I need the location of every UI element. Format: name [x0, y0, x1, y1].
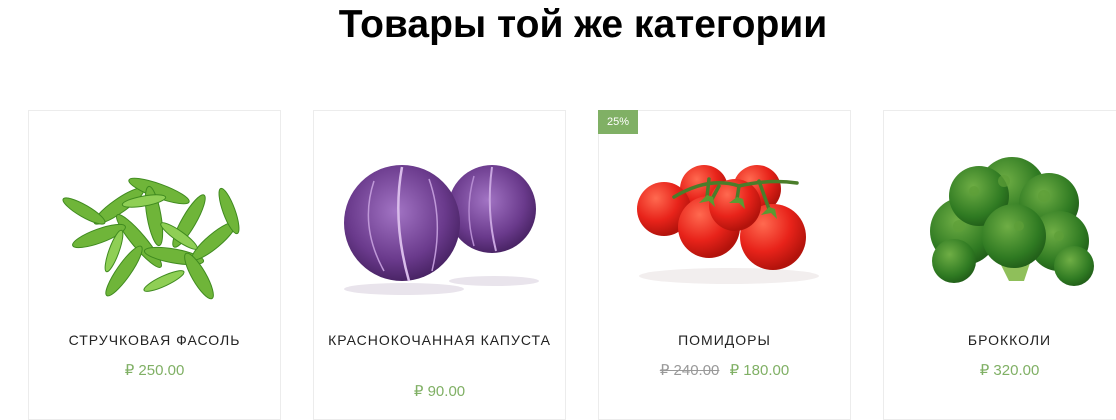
product-card-green-beans[interactable]: Стручковая фасоль ₽ 250.00: [28, 110, 281, 420]
red-cabbage-image[interactable]: [314, 131, 567, 311]
product-name[interactable]: Помидоры: [609, 330, 840, 351]
product-card-tomatoes[interactable]: 25% Помидоры ₽ 240.00: [598, 110, 851, 420]
product-price: ₽ 90.00: [413, 383, 466, 400]
section-title: Товары той же категории: [338, 3, 828, 46]
sale-price: ₽ 180.00: [729, 362, 790, 379]
old-price: ₽ 240.00: [659, 362, 720, 379]
product-card-red-cabbage[interactable]: Краснокочанная капуста ₽ 90.00: [313, 110, 566, 420]
product-name[interactable]: Стручковая фасоль: [39, 330, 270, 351]
product-card-broccoli[interactable]: Брокколи ₽ 320.00: [883, 110, 1116, 420]
product-price: ₽ 240.00 ₽ 180.00: [599, 361, 850, 379]
product-price: ₽ 320.00: [979, 362, 1040, 379]
tomatoes-image[interactable]: [599, 131, 852, 311]
green-beans-image[interactable]: [29, 131, 282, 311]
product-name[interactable]: Краснокочанная капуста: [324, 330, 555, 351]
broccoli-image[interactable]: [884, 131, 1116, 311]
product-price: ₽ 250.00: [124, 362, 185, 379]
product-name[interactable]: Брокколи: [894, 330, 1116, 351]
